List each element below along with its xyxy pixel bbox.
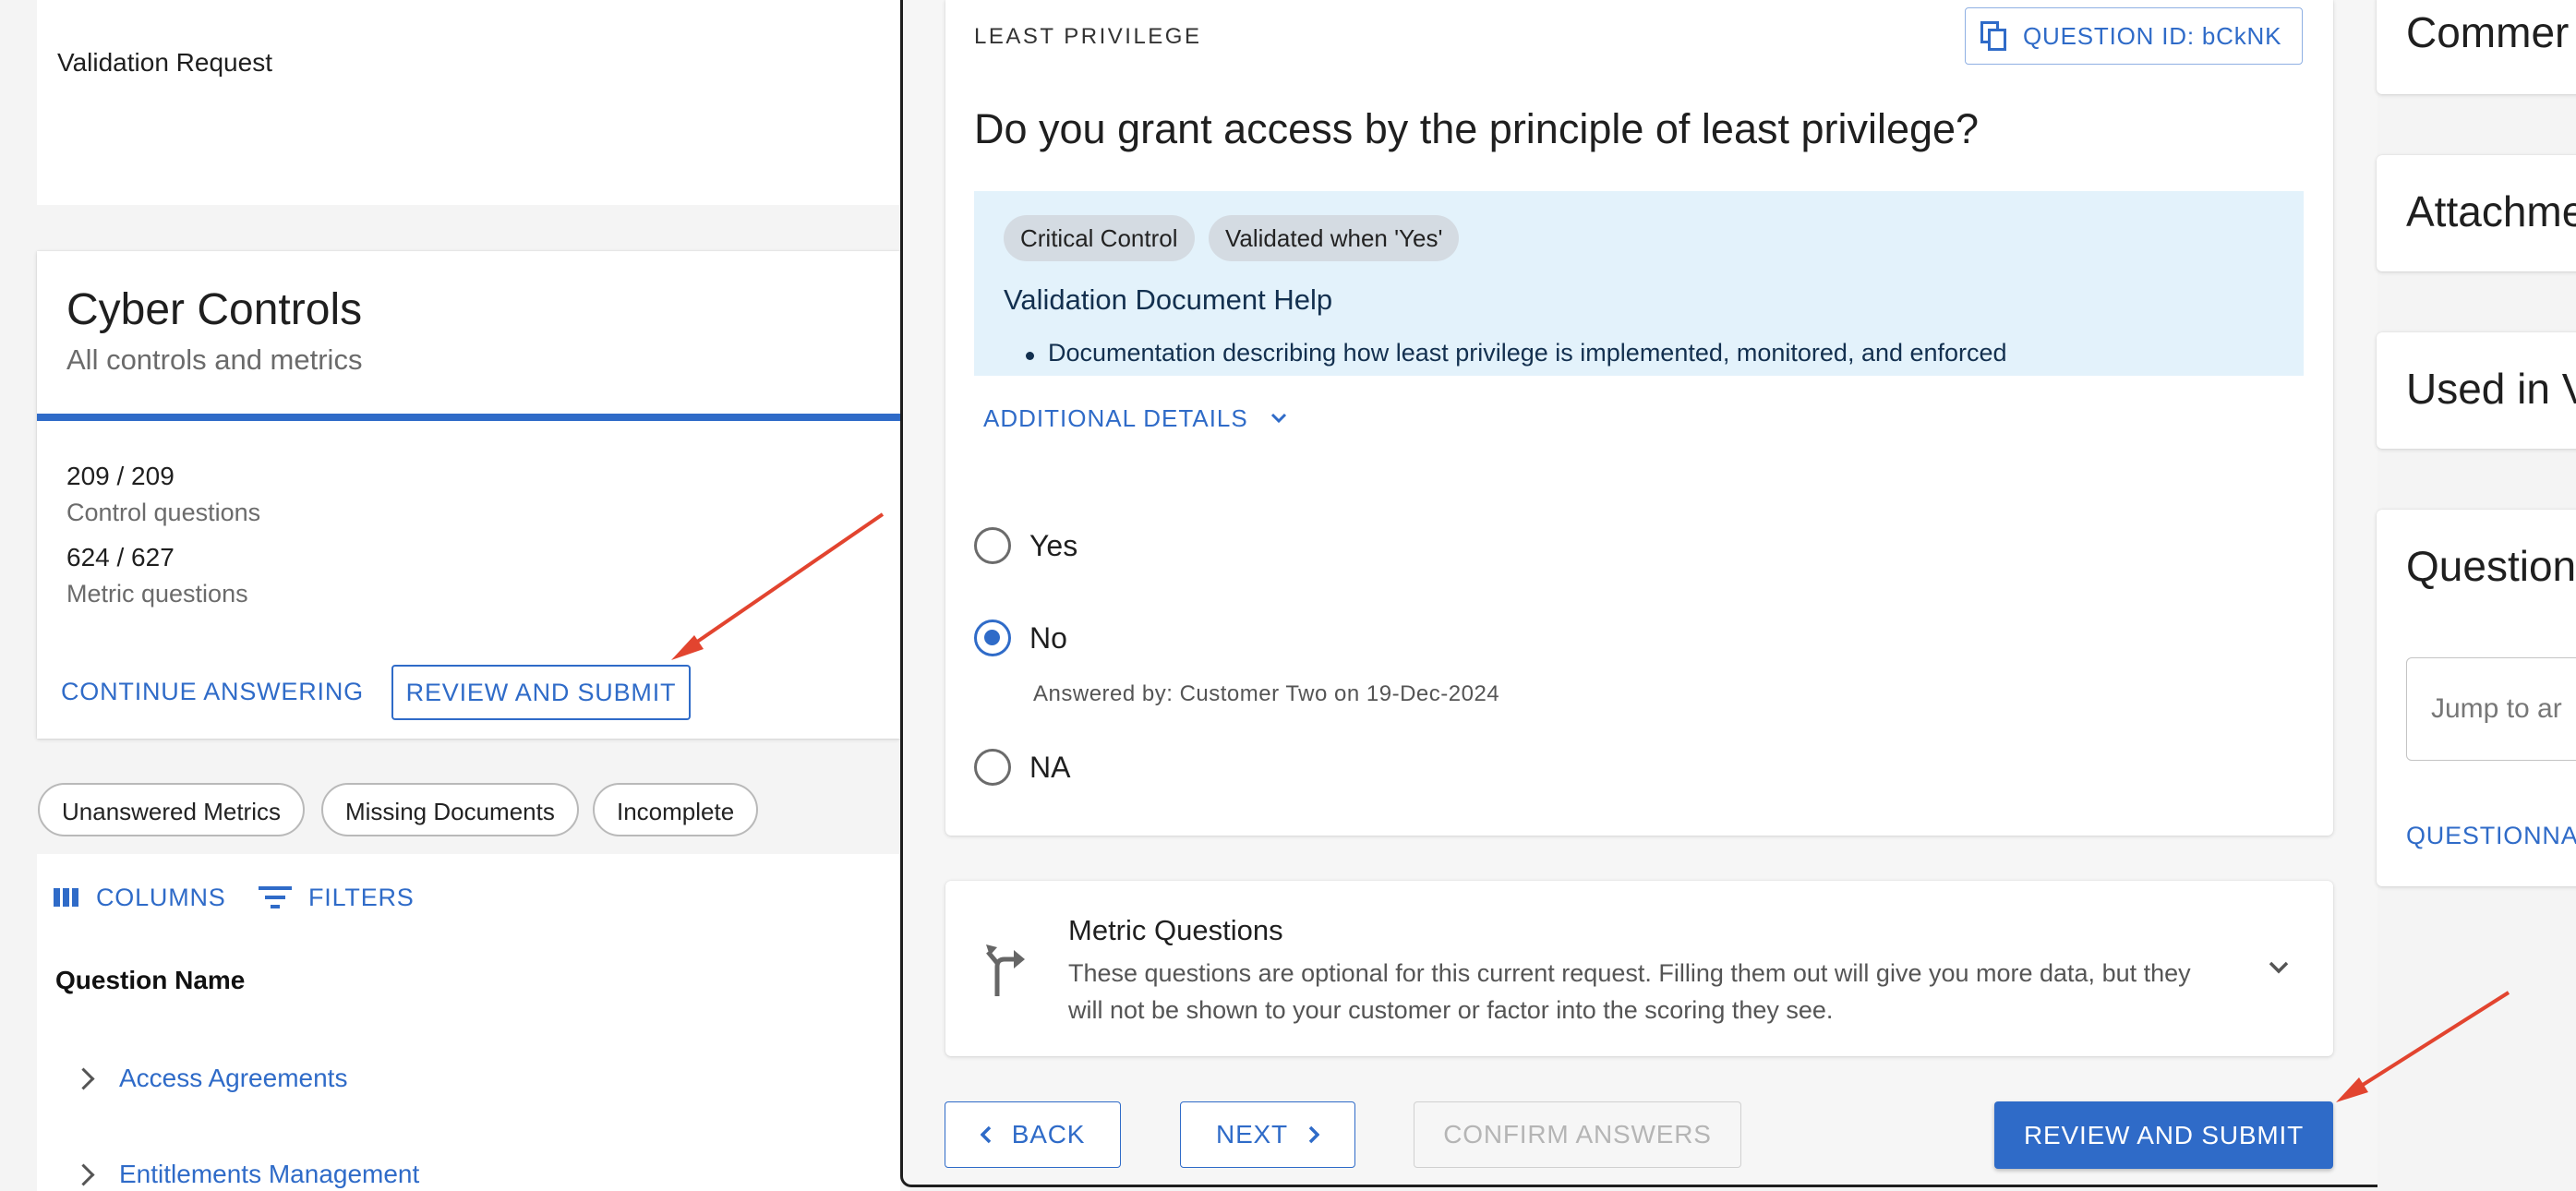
next-button[interactable]: NEXT bbox=[1180, 1101, 1355, 1168]
metric-questions-title: Metric Questions bbox=[1068, 914, 1283, 946]
review-submit-button[interactable]: REVIEW AND SUBMIT bbox=[1994, 1101, 2333, 1169]
radio-na[interactable] bbox=[974, 749, 1011, 786]
chevron-right-icon bbox=[1308, 1125, 1319, 1144]
columns-button[interactable]: COLUMNS bbox=[54, 879, 226, 916]
questionnaire-link[interactable]: QUESTIONNA bbox=[2406, 822, 2576, 850]
option-na-label: NA bbox=[1029, 751, 1071, 784]
help-bullet: Documentation describing how least privi… bbox=[1048, 339, 2007, 367]
question-name-header: Question Name bbox=[55, 966, 246, 994]
filters-label: FILTERS bbox=[308, 883, 415, 911]
filters-button[interactable]: FILTERS bbox=[259, 879, 415, 916]
answered-by: Answered by: Customer Two on 19-Dec-2024 bbox=[1033, 681, 1500, 706]
columns-label: COLUMNS bbox=[96, 883, 226, 911]
chevron-down-icon bbox=[1270, 413, 1286, 424]
radio-no[interactable] bbox=[974, 620, 1011, 656]
metric-questions-panel[interactable]: Metric Questions These questions are opt… bbox=[945, 881, 2333, 1056]
metric-count: 624 / 627 bbox=[66, 543, 175, 571]
branch-arrow-icon bbox=[986, 944, 1025, 996]
row-access-agreements[interactable]: Access Agreements bbox=[119, 1064, 347, 1093]
jump-to-placeholder: Jump to ar bbox=[2431, 693, 2562, 724]
confirm-answers-button[interactable]: CONFIRM ANSWERS bbox=[1414, 1101, 1741, 1168]
attachments-card[interactable]: Attachme bbox=[2377, 155, 2576, 271]
used-in-card[interactable]: Used in V bbox=[2377, 332, 2576, 449]
chevron-left-icon bbox=[980, 1125, 992, 1144]
question-id-label: QUESTION ID: bCkNK bbox=[2023, 21, 2282, 50]
copy-icon bbox=[1980, 21, 2006, 51]
validation-request-card: Validation Request bbox=[37, 0, 900, 205]
question-id-button[interactable]: QUESTION ID: bCkNK bbox=[1965, 7, 2303, 65]
control-count: 209 / 209 bbox=[66, 462, 175, 490]
left-panel: Validation Request Cyber Controls All co… bbox=[0, 0, 900, 1191]
questionnaire-card: Question Jump to ar QUESTIONNA bbox=[2377, 510, 2576, 886]
question-text: Do you grant access by the principle of … bbox=[974, 105, 1980, 152]
help-bullet-dot bbox=[1026, 352, 1034, 360]
comments-title: Commer bbox=[2406, 8, 2570, 56]
chip-incomplete[interactable]: Incomplete bbox=[593, 783, 759, 836]
back-button[interactable]: BACK bbox=[945, 1101, 1121, 1168]
chip-unanswered-metrics[interactable]: Unanswered Metrics bbox=[38, 783, 305, 836]
radio-yes[interactable] bbox=[974, 527, 1011, 564]
questionnaire-title: Question bbox=[2406, 542, 2576, 590]
expand-metric-chevron-icon[interactable] bbox=[2268, 960, 2290, 975]
cyber-controls-title: Cyber Controls bbox=[66, 285, 363, 334]
cyber-controls-card: Cyber Controls All controls and metrics … bbox=[37, 251, 900, 739]
additional-details-label: ADDITIONAL DETAILS bbox=[983, 403, 1248, 432]
cyber-controls-subtitle: All controls and metrics bbox=[66, 343, 363, 376]
continue-answering-button[interactable]: CONTINUE ANSWERING bbox=[61, 678, 364, 706]
question-category: LEAST PRIVILEGE bbox=[974, 24, 1202, 49]
jump-to-input[interactable]: Jump to ar bbox=[2406, 657, 2576, 761]
validation-request-label: Validation Request bbox=[57, 48, 272, 77]
help-box: Critical Control Validated when 'Yes' Va… bbox=[974, 191, 2304, 376]
control-label: Control questions bbox=[66, 499, 261, 526]
back-label: BACK bbox=[1011, 1120, 1086, 1149]
used-in-title: Used in V bbox=[2406, 365, 2576, 413]
progress-bar bbox=[37, 414, 900, 421]
comments-card[interactable]: Commer bbox=[2377, 0, 2576, 94]
tag-validated-when-yes: Validated when 'Yes' bbox=[1209, 215, 1460, 261]
left-review-submit-button[interactable]: REVIEW AND SUBMIT bbox=[391, 665, 691, 720]
option-no-label: No bbox=[1029, 621, 1067, 655]
row-entitlements-management[interactable]: Entitlements Management bbox=[119, 1160, 419, 1189]
chip-missing-documents[interactable]: Missing Documents bbox=[321, 783, 579, 836]
question-card: LEAST PRIVILEGE QUESTION ID: bCkNK Do yo… bbox=[945, 0, 2333, 836]
next-label: NEXT bbox=[1216, 1120, 1288, 1149]
filter-icon bbox=[259, 886, 292, 908]
metric-label: Metric questions bbox=[66, 580, 248, 608]
tag-critical-control: Critical Control bbox=[1004, 215, 1195, 261]
option-yes-label: Yes bbox=[1029, 529, 1078, 562]
attachments-title: Attachme bbox=[2406, 187, 2576, 235]
help-title: Validation Document Help bbox=[1004, 283, 1333, 316]
additional-details-button[interactable]: ADDITIONAL DETAILS bbox=[983, 403, 1287, 434]
metric-questions-description: These questions are optional for this cu… bbox=[1068, 959, 2191, 1024]
columns-icon bbox=[54, 888, 78, 907]
